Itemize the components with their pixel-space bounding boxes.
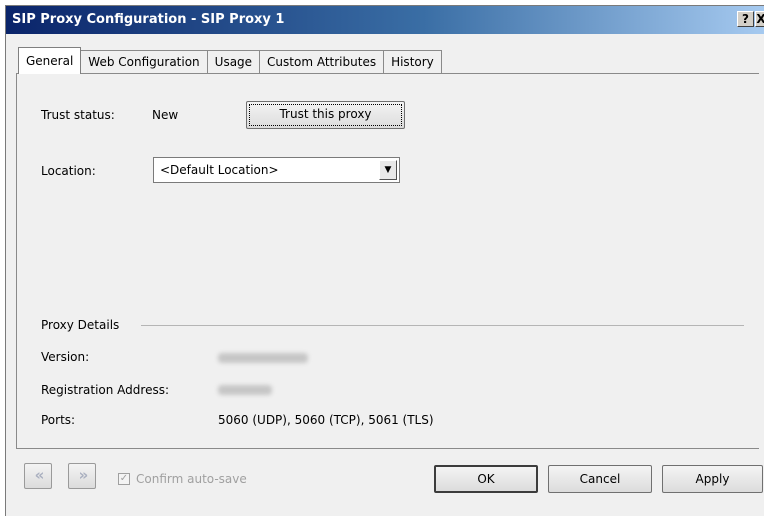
confirm-auto-save-label: Confirm auto-save <box>136 472 247 486</box>
cancel-button[interactable]: Cancel <box>548 465 652 493</box>
trust-status-value: New <box>152 108 179 122</box>
previous-icon[interactable]: « <box>24 463 52 489</box>
ok-button[interactable]: OK <box>434 465 538 493</box>
proxy-details-heading: Proxy Details <box>41 318 120 332</box>
title-bar: SIP Proxy Configuration - SIP Proxy 1 ? … <box>6 6 764 34</box>
tab-custom-attributes[interactable]: Custom Attributes <box>259 50 385 74</box>
chevron-down-icon[interactable]: ▼ <box>379 160 397 180</box>
tab-usage[interactable]: Usage <box>206 50 261 74</box>
tab-history[interactable]: History <box>383 50 442 74</box>
window-title: SIP Proxy Configuration - SIP Proxy 1 <box>12 12 285 27</box>
version-value-redacted <box>218 353 308 363</box>
tab-web-configuration[interactable]: Web Configuration <box>80 50 208 74</box>
confirm-auto-save-checkbox[interactable]: ✓ <box>118 473 130 485</box>
trust-status-label: Trust status: <box>41 108 115 122</box>
trust-this-proxy-button[interactable]: Trust this proxy <box>246 101 405 129</box>
ports-label: Ports: <box>41 413 76 427</box>
registration-address-label: Registration Address: <box>41 383 170 397</box>
apply-button[interactable]: Apply <box>662 465 763 493</box>
registration-address-value-redacted <box>218 385 272 395</box>
tab-strip: General Web Configuration Usage Custom A… <box>18 47 442 74</box>
location-label: Location: <box>41 164 96 178</box>
help-button[interactable]: ? <box>737 11 754 27</box>
location-dropdown-value: <Default Location> <box>160 163 279 177</box>
tab-general[interactable]: General <box>18 47 82 74</box>
ports-value: 5060 (UDP), 5060 (TCP), 5061 (TLS) <box>218 413 434 427</box>
location-dropdown[interactable]: <Default Location> ▼ <box>153 157 400 183</box>
close-button[interactable]: X <box>755 11 764 27</box>
proxy-details-divider <box>141 325 744 326</box>
version-label: Version: <box>41 350 90 364</box>
next-icon[interactable]: » <box>68 463 96 489</box>
